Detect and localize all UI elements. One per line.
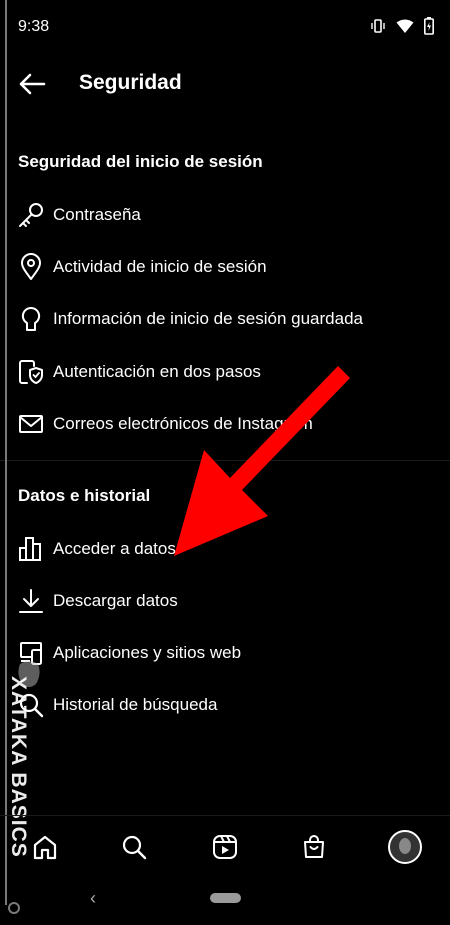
nav-profile-button[interactable]: [384, 826, 426, 868]
menu-label: Descargar datos: [53, 591, 178, 610]
wifi-icon: [396, 19, 414, 33]
shield-phone-icon: [16, 357, 46, 387]
vibrate-icon: [371, 19, 385, 33]
key-icon: [16, 200, 46, 230]
status-time: 9:38: [18, 18, 50, 35]
menu-label: Información de inicio de sesión guardada: [53, 309, 363, 328]
battery-icon: [424, 17, 434, 35]
section-title-data-history: Datos e historial: [18, 486, 151, 505]
menu-label: Contraseña: [53, 205, 141, 224]
back-button[interactable]: [14, 66, 50, 102]
reels-icon: [213, 835, 237, 859]
search-icon: [122, 835, 147, 860]
menu-item-apps-websites[interactable]: Aplicaciones y sitios web: [0, 627, 450, 679]
bottom-nav: [0, 815, 450, 878]
home-icon: [33, 835, 57, 860]
section-title-login-security: Seguridad del inicio de sesión: [18, 152, 263, 171]
menu-label: Acceder a datos: [53, 539, 176, 558]
status-icons: [370, 17, 434, 35]
nav-reels-button[interactable]: [204, 826, 246, 868]
system-home-pill[interactable]: [210, 893, 241, 903]
location-pin-icon: [16, 252, 46, 282]
nav-home-button[interactable]: [24, 826, 66, 868]
menu-item-login-activity[interactable]: Actividad de inicio de sesión: [0, 241, 450, 293]
mail-icon: [16, 409, 46, 439]
menu-label: Historial de búsqueda: [53, 695, 218, 714]
page-title: Seguridad: [79, 71, 182, 94]
menu-item-password[interactable]: Contraseña: [0, 189, 450, 241]
menu-label: Aplicaciones y sitios web: [53, 643, 242, 662]
system-nav-bar: ‹: [0, 878, 450, 925]
shop-icon: [304, 835, 324, 858]
menu-item-search-history[interactable]: Historial de búsqueda: [0, 679, 450, 731]
bar-chart-icon: [16, 534, 46, 564]
nav-shop-button[interactable]: [293, 826, 335, 868]
menu-item-saved-login-info[interactable]: Información de inicio de sesión guardada: [0, 293, 450, 345]
arrow-left-icon: [19, 73, 46, 95]
menu-label: Actividad de inicio de sesión: [53, 257, 267, 276]
system-back-icon[interactable]: ‹: [90, 888, 96, 909]
keyhole-icon: [16, 304, 46, 334]
profile-avatar: [388, 830, 422, 864]
download-icon: [16, 586, 46, 616]
nav-search-button[interactable]: [113, 826, 155, 868]
header: Seguridad: [0, 58, 450, 110]
menu-item-download-data[interactable]: Descargar datos: [0, 575, 450, 627]
annotation-arrow: [174, 366, 350, 556]
status-bar: 9:38: [0, 0, 450, 54]
